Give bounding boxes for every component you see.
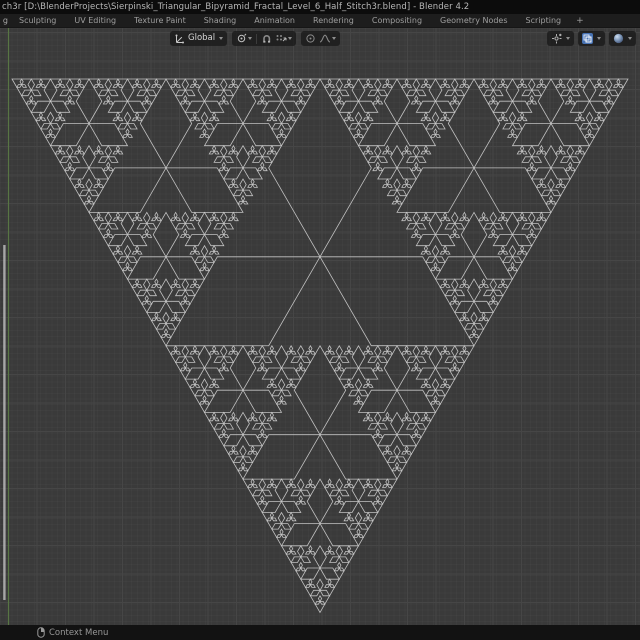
pivot-point-dropdown[interactable] — [236, 33, 252, 44]
transform-orientation-icon — [174, 33, 185, 44]
xray-toggle-group — [578, 31, 605, 46]
viewport-canvas[interactable] — [0, 28, 640, 625]
chevron-down-icon — [628, 37, 632, 40]
proportional-editing-group — [301, 31, 340, 46]
pivot-snap-group — [232, 31, 296, 46]
viewport-shading-group — [609, 31, 636, 46]
workspace-tab-shading[interactable]: Shading — [195, 14, 246, 27]
workspace-tab-texture-paint[interactable]: Texture Paint — [125, 14, 195, 27]
workspace-tab-sculpting[interactable]: Sculpting — [10, 14, 65, 27]
chevron-down-icon — [332, 37, 336, 40]
status-bar: Context Menu — [0, 625, 640, 640]
toggle-xray-button[interactable] — [582, 33, 593, 44]
mouse-right-click-icon — [37, 627, 45, 638]
chevron-down-icon — [219, 37, 223, 40]
toggle-xray-icon — [583, 34, 592, 43]
proportional-editing-icon[interactable] — [305, 33, 316, 44]
workspace-tab-geometry-nodes[interactable]: Geometry Nodes — [431, 14, 516, 27]
workspace-tab-scripting[interactable]: Scripting — [517, 14, 571, 27]
transform-orientation-dropdown[interactable]: Global — [170, 31, 227, 46]
workspace-tab-compositing[interactable]: Compositing — [363, 14, 431, 27]
chevron-down-icon — [597, 37, 601, 40]
workspace-tabs: SculptingUV EditingTexture PaintShadingA… — [10, 14, 570, 27]
chevron-down-icon — [288, 37, 292, 40]
workspace-tab-uv-editing[interactable]: UV Editing — [65, 14, 125, 27]
left-vertical-edge — [3, 245, 5, 600]
proportional-falloff-dropdown[interactable] — [319, 33, 336, 44]
show-gizmos-dropdown[interactable] — [547, 31, 574, 46]
viewport-header-right — [547, 31, 636, 46]
falloff-curve-icon — [319, 33, 331, 44]
separator — [256, 34, 257, 44]
workspace-tab-rendering[interactable]: Rendering — [304, 14, 363, 27]
add-workspace-button[interactable]: + — [570, 14, 590, 27]
snap-increment-icon — [275, 33, 287, 44]
viewport-shading-sphere-icon[interactable] — [613, 33, 624, 44]
workspace-tab-partial[interactable]: g — [0, 14, 10, 27]
chevron-down-icon — [248, 37, 252, 40]
pivot-point-icon — [236, 33, 247, 44]
window-titlebar[interactable]: ch3r [D:\BlenderProjects\Sierpinski_Tria… — [0, 0, 640, 14]
viewport-header-left: Global — [170, 31, 340, 46]
workspace-tab-animation[interactable]: Animation — [245, 14, 304, 27]
status-hint: Context Menu — [49, 628, 108, 638]
viewport-3d[interactable]: Global — [0, 28, 640, 625]
show-gizmos-icon — [551, 33, 562, 44]
grid-lines — [0, 28, 640, 625]
chevron-down-icon — [566, 37, 570, 40]
blender-window: ch3r [D:\BlenderProjects\Sierpinski_Tria… — [0, 0, 640, 640]
snap-settings-dropdown[interactable] — [275, 33, 292, 44]
orientation-label: Global — [188, 34, 215, 43]
window-title: ch3r [D:\BlenderProjects\Sierpinski_Tria… — [2, 2, 469, 12]
workspace-tabbar: g SculptingUV EditingTexture PaintShadin… — [0, 14, 640, 28]
snap-magnet-icon[interactable] — [261, 33, 272, 44]
